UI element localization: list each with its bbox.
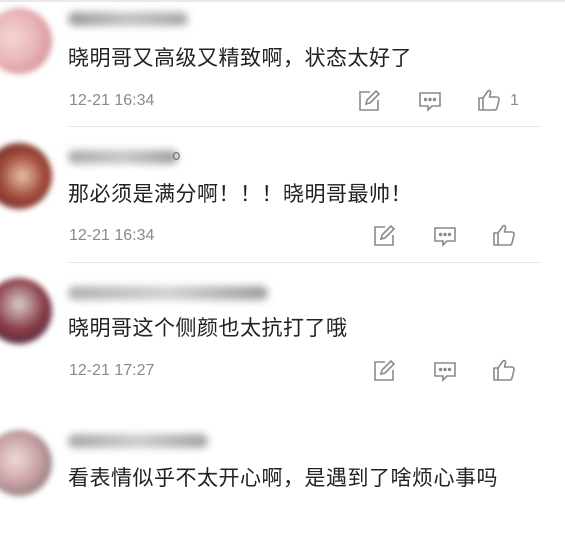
comment-time: 12-21 16:34 xyxy=(69,227,155,244)
comment-text: 晓明哥又高级又精致啊，状态太好了 xyxy=(68,46,412,70)
avatar[interactable] xyxy=(0,143,52,209)
username-blurred[interactable] xyxy=(68,286,268,300)
comment-time: 12-21 17:27 xyxy=(69,362,155,379)
comment-text: 看表情似乎不太开心啊，是遇到了啥烦心事吗 xyxy=(68,466,498,490)
edit-icon[interactable] xyxy=(371,358,397,384)
comment-text: 晓明哥这个侧颜也太抗打了哦 xyxy=(68,316,348,340)
avatar[interactable] xyxy=(0,430,52,496)
comment-icon[interactable] xyxy=(432,358,458,384)
edit-icon[interactable] xyxy=(356,88,382,114)
edit-icon[interactable] xyxy=(371,223,397,249)
thumbs-up-icon[interactable] xyxy=(491,222,517,248)
avatar[interactable] xyxy=(0,278,52,344)
username-blurred[interactable] xyxy=(68,150,178,164)
comment-icon[interactable] xyxy=(417,88,443,114)
like-count: 1 xyxy=(510,92,519,109)
username-blurred[interactable] xyxy=(68,434,208,448)
comment-text: 那必须是满分啊！！！晓明哥最帅！ xyxy=(68,182,412,206)
comment-icon[interactable] xyxy=(432,223,458,249)
comment-list: 晓明哥又高级又精致啊，状态太好了 12-21 16:34 1 o 那必须是满分啊… xyxy=(0,0,565,534)
divider xyxy=(68,262,541,263)
avatar[interactable] xyxy=(0,8,52,74)
top-divider xyxy=(0,0,565,2)
thumbs-up-icon[interactable] xyxy=(476,87,502,113)
divider xyxy=(68,126,541,127)
username-blurred[interactable] xyxy=(68,12,188,26)
comment-time: 12-21 16:34 xyxy=(69,92,155,109)
thumbs-up-icon[interactable] xyxy=(491,357,517,383)
username-suffix: o xyxy=(172,148,181,164)
